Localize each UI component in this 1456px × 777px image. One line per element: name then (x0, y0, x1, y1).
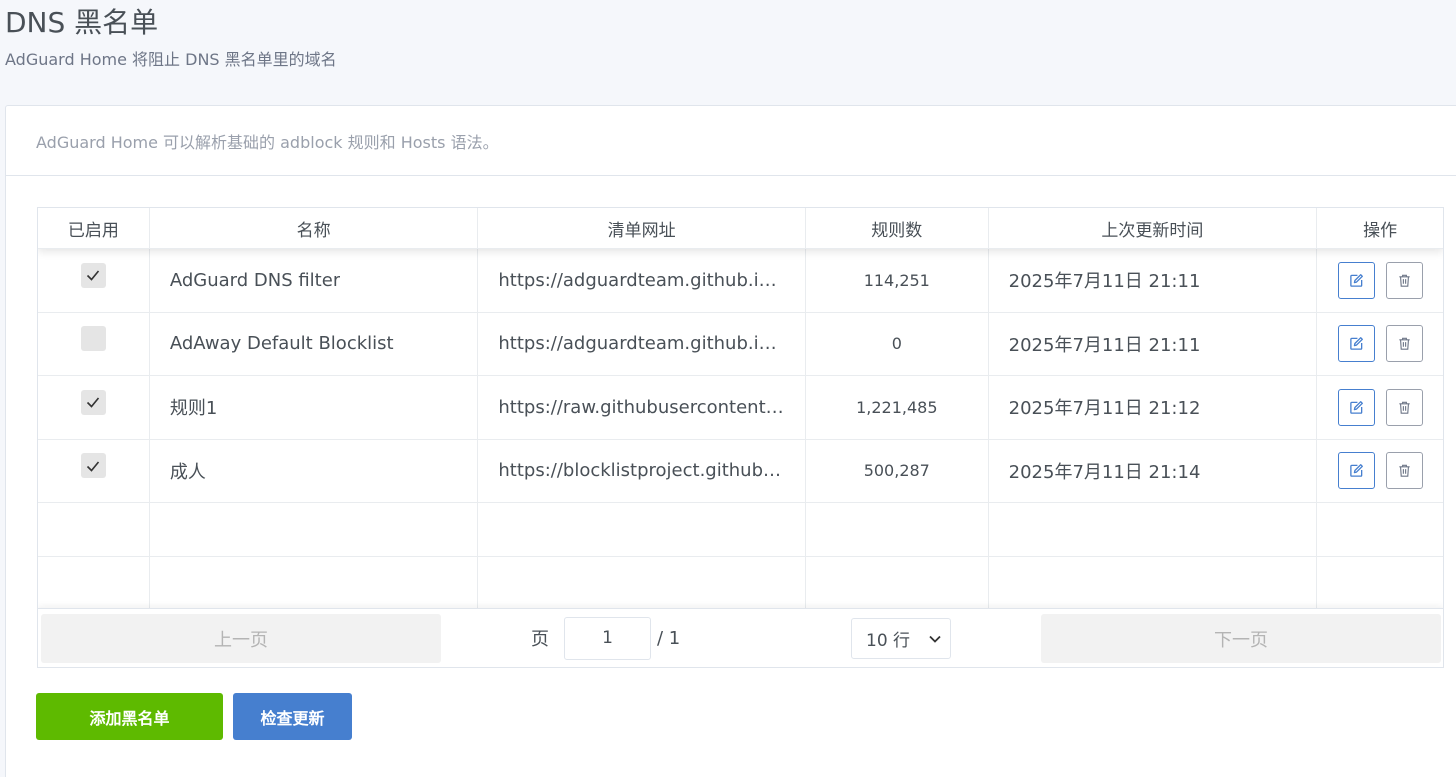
filter-url: https://adguardteam.github.io… (498, 269, 785, 291)
edit-icon (1349, 337, 1363, 351)
delete-button[interactable] (1385, 452, 1423, 490)
blocklist-table: 已启用 名称 清单网址 规则数 上次更新时间 操作 AdGuard DNS fi… (37, 207, 1444, 668)
pagination: 上一页 页 / 1 10 行 下一页 (38, 608, 1443, 667)
table-body: AdGuard DNS filter https://adguardteam.g… (38, 249, 1443, 611)
next-page-button[interactable]: 下一页 (1041, 614, 1441, 663)
edit-button[interactable] (1337, 325, 1375, 363)
last-updated: 2025年7月11日 21:14 (1008, 461, 1201, 483)
add-blocklist-button[interactable]: 添加黑名单 (36, 693, 223, 740)
table-row: 成人 https://blocklistproject.github.i… 50… (38, 439, 1443, 503)
trash-icon (1398, 338, 1410, 350)
edit-button[interactable] (1337, 452, 1375, 490)
header-rules[interactable]: 规则数 (806, 208, 989, 248)
prev-page-button[interactable]: 上一页 (41, 614, 441, 663)
header-enabled[interactable]: 已启用 (38, 208, 150, 248)
page-subtitle: AdGuard Home 将阻止 DNS 黑名单里的域名 (5, 50, 337, 69)
filter-url: https://raw.githubusercontent.… (498, 396, 785, 418)
header-actions: 操作 (1363, 220, 1398, 241)
edit-icon (1349, 400, 1363, 414)
edit-button[interactable] (1337, 388, 1375, 426)
empty-row (38, 503, 1443, 557)
check-icon (87, 397, 100, 408)
edit-button[interactable] (1337, 261, 1375, 299)
trash-icon (1398, 401, 1410, 414)
enabled-checkbox[interactable] (80, 262, 106, 288)
table-header: 已启用 名称 清单网址 规则数 上次更新时间 操作 (38, 208, 1443, 249)
filter-name: 规则1 (169, 398, 218, 420)
table-row: 规则1 https://raw.githubusercontent.… 1,22… (38, 376, 1443, 440)
header-name[interactable]: 名称 (150, 208, 479, 248)
trash-icon (1398, 465, 1410, 477)
last-updated: 2025年7月11日 21:12 (1008, 398, 1201, 420)
table-row: AdGuard DNS filter https://adguardteam.g… (38, 249, 1443, 313)
filter-name: AdAway Default Blocklist (169, 333, 394, 355)
edit-icon (1349, 464, 1363, 478)
page-title: DNS 黑名单 (5, 6, 159, 39)
header-url[interactable]: 清单网址 (478, 208, 806, 248)
page-number-input[interactable] (564, 616, 651, 660)
delete-button[interactable] (1385, 325, 1423, 363)
table-row: AdAway Default Blocklist https://adguard… (38, 312, 1443, 376)
rule-count: 1,221,485 (856, 397, 938, 417)
filter-url: https://adguardteam.github.io… (498, 333, 785, 355)
total-pages: / 1 (657, 627, 681, 649)
page-info: 页 / 1 (531, 616, 680, 660)
check-updates-button[interactable]: 检查更新 (233, 693, 352, 740)
check-icon (87, 270, 100, 281)
enabled-checkbox[interactable] (80, 326, 106, 352)
delete-button[interactable] (1385, 388, 1423, 426)
trash-icon (1398, 274, 1410, 287)
filter-name: 成人 (169, 461, 206, 483)
syntax-note: AdGuard Home 可以解析基础的 adblock 规则和 Hosts 语… (36, 132, 499, 152)
rule-count: 114,251 (863, 270, 930, 290)
edit-icon (1349, 273, 1363, 287)
card-header: AdGuard Home 可以解析基础的 adblock 规则和 Hosts 语… (6, 106, 1456, 176)
page-label: 页 (531, 629, 549, 650)
header-updated[interactable]: 上次更新时间 (989, 208, 1318, 248)
rule-count: 0 (891, 334, 902, 354)
empty-row (38, 557, 1443, 611)
last-updated: 2025年7月11日 21:11 (1008, 334, 1201, 356)
last-updated: 2025年7月11日 21:11 (1008, 271, 1201, 293)
enabled-checkbox[interactable] (80, 453, 106, 479)
check-icon (87, 461, 100, 472)
enabled-checkbox[interactable] (80, 389, 106, 415)
filter-url: https://blocklistproject.github.i… (498, 460, 785, 482)
delete-button[interactable] (1385, 261, 1423, 299)
blocklist-card: AdGuard Home 可以解析基础的 adblock 规则和 Hosts 语… (5, 105, 1456, 777)
rows-per-page-value: 10 行 (866, 631, 911, 651)
rows-per-page-select[interactable]: 10 行 (851, 618, 951, 659)
page-header: DNS 黑名单 AdGuard Home 将阻止 DNS 黑名单里的域名 (5, 6, 337, 70)
filter-name: AdGuard DNS filter (169, 269, 341, 291)
chevron-down-icon (929, 635, 941, 643)
rule-count: 500,287 (863, 461, 930, 481)
